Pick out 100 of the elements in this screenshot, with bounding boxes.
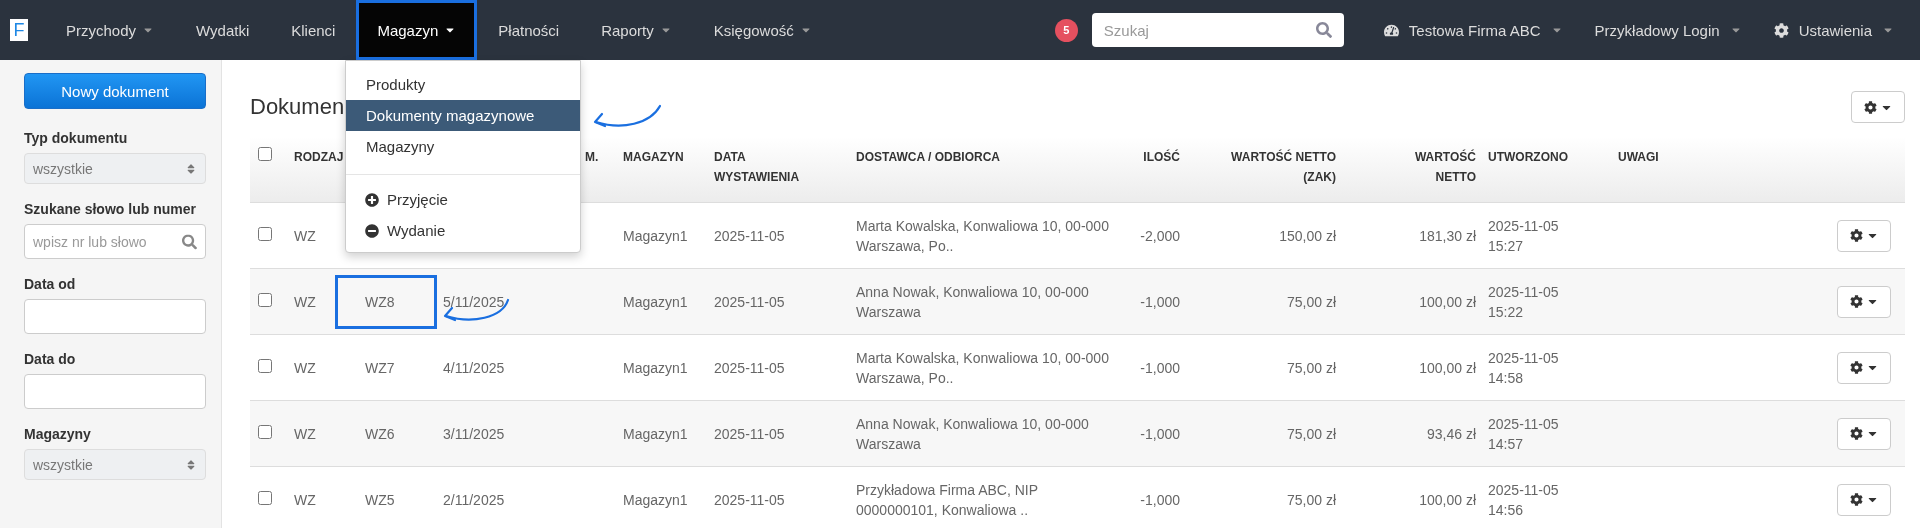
row-actions-button[interactable] (1837, 351, 1891, 384)
table-cell-text: 2025-11-05 15:22 (1487, 282, 1560, 322)
table-cell-text: -2,000 (1139, 226, 1181, 246)
page-title: Dokumen (250, 94, 345, 120)
table-cell-text: WZ5 (364, 490, 396, 510)
table-cell-text: WZ6 (364, 424, 396, 444)
filter-label: Magazyny (24, 425, 92, 444)
table-cell-text: 4/11/2025 (442, 358, 506, 378)
nav-item[interactable]: Płatności (477, 0, 581, 60)
table-cell-text: WZ (293, 424, 317, 444)
table-cell-text: Magazyn1 (622, 292, 689, 312)
nav-item[interactable]: Magazyn (356, 0, 478, 60)
table-cell-text: Anna Nowak, Konwaliowa 10, 00-000 Warszawa (855, 282, 1090, 322)
row-actions-button[interactable] (1837, 483, 1891, 516)
table-cell-text: Przykładowa Firma ABC, NIP 0000000101, Konwaliowa .. (855, 480, 1039, 520)
column-header: ILOŚĆ (1142, 148, 1181, 166)
column-header: DOSTAWCA / ODBIORCA (855, 149, 1001, 166)
column-header: UWAGI (1617, 149, 1660, 166)
settings-button[interactable] (1851, 91, 1905, 123)
table-cell-text: -1,000 (1139, 358, 1181, 378)
menu-item[interactable]: Magazyny (346, 131, 580, 162)
new-document-button[interactable]: Nowy dokument (24, 73, 206, 109)
table-cell-text: Marta Kowalska, Konwaliowa 10, 00-000 Warszawa, Po.. (855, 348, 1110, 388)
table-cell-text: Marta Kowalska, Konwaliowa 10, 00-000 Warszawa, Po.. (855, 216, 1110, 256)
select-field[interactable]: wszystkie (24, 449, 206, 480)
menu-item[interactable]: Produkty (346, 69, 580, 100)
table-cell-text: 2025-11-05 (713, 226, 786, 246)
table-cell-text: 100,00 zł (1418, 490, 1477, 510)
table-cell-text: WZ (293, 226, 317, 246)
menu-item[interactable]: Dokumenty magazynowe (346, 100, 580, 131)
nav-item[interactable]: Księgowość (692, 0, 833, 60)
table-cell-text: 93,46 zł (1425, 424, 1477, 444)
table-cell-text: 2025-11-05 14:57 (1487, 414, 1560, 454)
gear-icon (1849, 295, 1863, 308)
app-logo[interactable]: F (10, 19, 28, 41)
table-cell-text: WZ (293, 358, 317, 378)
dashboard-icon (1383, 22, 1399, 38)
row-actions-button[interactable] (1837, 417, 1891, 450)
column-header: WARTOŚĆ NETTO (ZAK) (1230, 148, 1337, 186)
search-icon (1315, 22, 1332, 38)
row-checkbox[interactable] (258, 226, 272, 241)
search-icon (182, 234, 197, 249)
table-cell-text: Magazyn1 (622, 226, 689, 246)
notification-badge[interactable]: 5 (1054, 18, 1078, 42)
row-actions-button[interactable] (1837, 219, 1891, 252)
nav-menu[interactable]: Testowa Firma ABC (1367, 21, 1579, 39)
nav-item[interactable]: Raporty (580, 0, 693, 60)
search-field[interactable]: wpisz nr lub słowo (24, 224, 206, 259)
table-cell-text: 2025-11-05 (713, 292, 786, 312)
table-cell-text: 5/11/2025 (442, 292, 506, 312)
row-checkbox[interactable] (258, 490, 272, 505)
table-cell-text: Magazyn1 (622, 424, 689, 444)
table-cell-text: Magazyn1 (622, 358, 689, 378)
column-header: DATA WYSTAWIENIA (713, 149, 801, 186)
table-cell-text: 2025-11-05 14:58 (1487, 348, 1560, 388)
sort-icon (185, 162, 197, 175)
table-cell-text: 75,00 zł (1285, 424, 1337, 444)
nav-item[interactable]: Klienci (270, 0, 357, 60)
column-header: WARTOŚĆ NETTO (1413, 148, 1477, 186)
table-cell-text: 2025-11-05 (713, 490, 786, 510)
date-field[interactable] (24, 299, 206, 334)
nav-item[interactable]: Przychody (45, 0, 176, 60)
search-field[interactable]: Szukaj (1091, 13, 1344, 47)
table-cell-text: 2025-11-05 (713, 424, 786, 444)
table-cell-text: 2025-11-05 14:56 (1487, 480, 1560, 520)
gear-icon (1849, 493, 1863, 506)
row-actions-button[interactable] (1837, 285, 1891, 318)
sort-icon (185, 458, 197, 471)
filter-label: Typ dokumentu (24, 129, 129, 148)
menu-item[interactable]: Przyjęcie (346, 184, 580, 215)
menu-item[interactable]: Wydanie (346, 215, 580, 246)
table-cell-text: -1,000 (1139, 292, 1181, 312)
table-cell-text: 75,00 zł (1285, 292, 1337, 312)
select-all-checkbox[interactable] (258, 147, 272, 161)
table-cell-text: Magazyn1 (622, 490, 689, 510)
gear-icon (1849, 427, 1863, 440)
table-cell-text: 2025-11-05 (713, 358, 786, 378)
table-cell-text: Anna Nowak, Konwaliowa 10, 00-000 Warszawa (855, 414, 1090, 454)
column-header: RODZAJ (293, 149, 345, 166)
date-field[interactable] (24, 374, 206, 409)
table-cell: WZ8 (335, 274, 437, 329)
gear-icon (1849, 229, 1863, 242)
table-cell-text: 100,00 zł (1418, 358, 1477, 378)
row-checkbox[interactable] (258, 358, 272, 373)
table-cell-text: 75,00 zł (1285, 490, 1337, 510)
gear-icon (1849, 361, 1863, 374)
row-checkbox[interactable] (258, 292, 272, 307)
table-cell-text: WZ (293, 490, 317, 510)
nav-menu[interactable]: Przykładowy Login (1578, 21, 1758, 39)
table-cell-text: 181,30 zł (1418, 226, 1477, 246)
gear-icon (1863, 100, 1877, 114)
table-cell-text: 75,00 zł (1285, 358, 1337, 378)
table-cell-text: -1,000 (1139, 490, 1181, 510)
nav-menu[interactable]: Ustawienia (1757, 21, 1910, 39)
select-field[interactable]: wszystkie (24, 153, 206, 184)
table-cell-text: 2/11/2025 (442, 490, 506, 510)
row-checkbox[interactable] (258, 424, 272, 439)
nav-item[interactable]: Wydatki (175, 0, 271, 60)
filter-label: Szukane słowo lub numer (24, 200, 197, 219)
column-header: UTWORZONO (1487, 149, 1569, 166)
